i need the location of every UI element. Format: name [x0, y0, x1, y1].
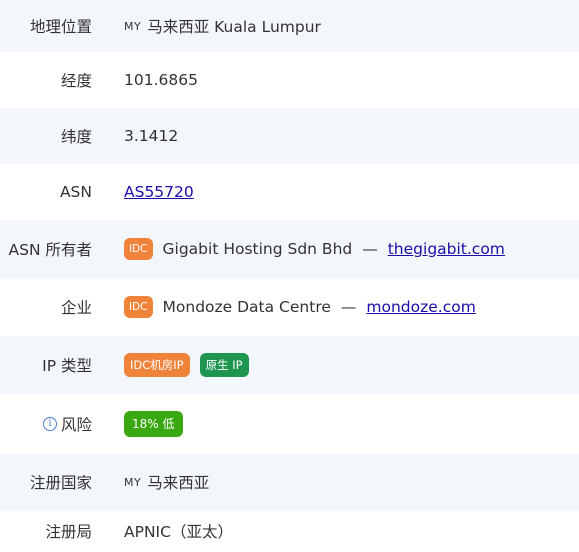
idc-badge: IDC	[124, 238, 153, 260]
risk-badge: 18% 低	[124, 411, 183, 437]
row-latitude: 纬度 3.1412	[0, 108, 579, 164]
separator: —	[362, 240, 378, 258]
value-reg-country: MY 马来西亚	[124, 471, 209, 493]
value-risk: 18% 低	[124, 411, 183, 437]
row-longitude: 经度 101.6865	[0, 52, 579, 108]
label-company: 企业	[60, 299, 92, 317]
country-code: MY	[124, 475, 142, 489]
native-ip-badge: 原生 IP	[199, 353, 249, 377]
row-asn-owner: ASN 所有者 IDC Gigabit Hosting Sdn Bhd — th…	[0, 220, 579, 278]
row-asn: ASN AS55720	[0, 164, 579, 220]
row-registry: 注册局 APNIC（亚太）	[0, 510, 579, 552]
company-domain-link[interactable]: mondoze.com	[366, 298, 475, 316]
value-company: IDC Mondoze Data Centre — mondoze.com	[124, 296, 476, 318]
asn-owner-domain-link[interactable]: thegigabit.com	[388, 240, 505, 258]
label-ip-type: IP 类型	[42, 357, 92, 375]
label-longitude: 经度	[60, 72, 92, 90]
value-registry: APNIC（亚太）	[124, 520, 233, 542]
value-ip-type: IDC机房IP 原生 IP	[124, 353, 249, 377]
value-asn-owner: IDC Gigabit Hosting Sdn Bhd — thegigabit…	[124, 238, 505, 260]
asn-link[interactable]: AS55720	[124, 183, 194, 201]
value-latitude: 3.1412	[124, 127, 178, 145]
risk-label-text: 风险	[60, 416, 92, 434]
location-text: 马来西亚 Kuala Lumpur	[147, 18, 321, 36]
row-location: 地理位置 MY 马来西亚 Kuala Lumpur	[0, 0, 579, 52]
label-latitude: 纬度	[60, 128, 92, 146]
asn-owner-name: Gigabit Hosting Sdn Bhd	[162, 240, 353, 258]
label-risk: i 风险	[0, 413, 92, 435]
longitude-text: 101.6865	[124, 71, 198, 89]
info-icon[interactable]: i	[42, 417, 57, 431]
registry-text: APNIC（亚太）	[124, 523, 233, 541]
reg-country-text: 马来西亚	[147, 474, 210, 492]
label-asn: ASN	[59, 183, 92, 201]
idc-badge: IDC	[124, 296, 153, 318]
label-registry: 注册局	[45, 523, 92, 541]
label-location: 地理位置	[29, 18, 92, 36]
row-ip-type: IP 类型 IDC机房IP 原生 IP	[0, 336, 579, 394]
row-risk: i 风险 18% 低	[0, 394, 579, 454]
value-longitude: 101.6865	[124, 71, 198, 89]
country-code: MY	[124, 19, 142, 33]
latitude-text: 3.1412	[124, 127, 179, 145]
idc-ip-badge: IDC机房IP	[124, 353, 190, 377]
separator: —	[340, 298, 357, 316]
value-location: MY 马来西亚 Kuala Lumpur	[124, 15, 321, 37]
company-name: Mondoze Data Centre	[162, 298, 331, 316]
ip-info-table: 地理位置 MY 马来西亚 Kuala Lumpur 经度 101.6865 纬度…	[0, 0, 579, 552]
label-reg-country: 注册国家	[29, 474, 92, 492]
label-asn-owner: ASN 所有者	[8, 241, 92, 259]
row-reg-country: 注册国家 MY 马来西亚	[0, 454, 579, 510]
row-company: 企业 IDC Mondoze Data Centre — mondoze.com	[0, 278, 579, 336]
value-asn: AS55720	[124, 183, 194, 201]
